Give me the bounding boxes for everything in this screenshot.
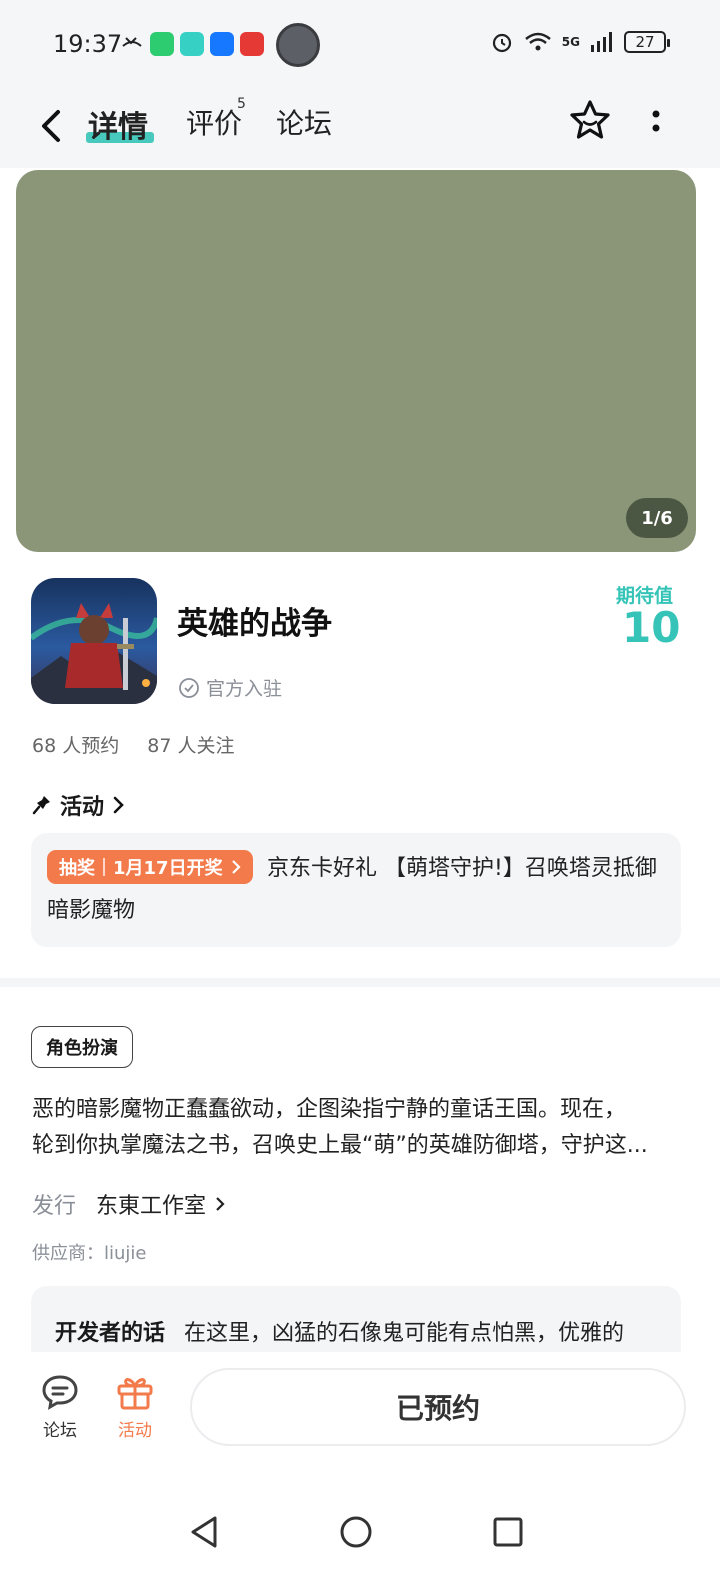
genre-tag[interactable]: 角色扮演 <box>31 1026 133 1068</box>
lottery-type: 抽奖 <box>59 858 95 879</box>
missed-call-icon <box>122 37 142 47</box>
heart-app-icon <box>240 32 264 56</box>
description-line-1: 恶的暗影魔物正蠢蠢欲动，企图染指宁静的童话王国。现在， <box>32 1097 627 1122</box>
game-stats: 68 人预约 87 人关注 <box>32 731 234 758</box>
forum-button[interactable]: 论坛 <box>30 1372 90 1441</box>
nav-back-icon[interactable] <box>185 1512 225 1552</box>
network-type: 5G <box>561 35 580 49</box>
hero-page-counter: 1/6 <box>626 498 688 538</box>
developer-notes-text: 在这里，凶猛的石像鬼可能有点怕黑，优雅的 <box>184 1321 625 1346</box>
activity-label: 活动 <box>118 1421 152 1441</box>
official-label: 官方入驻 <box>206 678 283 700</box>
section-divider <box>0 978 720 987</box>
developer-notes-title: 开发者的话 <box>55 1321 166 1346</box>
nav-recents-icon[interactable] <box>488 1512 528 1552</box>
activity-heading: 活动 <box>60 795 105 820</box>
bottom-action-bar: 论坛 活动 已预约 <box>0 1352 720 1462</box>
verified-check-icon <box>179 677 199 698</box>
notification-avatar <box>276 23 320 67</box>
nav-home-icon[interactable] <box>336 1512 376 1552</box>
battery-indicator: 27 <box>624 31 670 53</box>
status-time: 19:37 <box>53 30 123 58</box>
reserved-button[interactable]: 已预约 <box>190 1368 686 1446</box>
status-bar: 19:37 5G 27 <box>0 0 720 90</box>
chevron-right-icon <box>216 1197 225 1211</box>
tab-forum[interactable]: 论坛 <box>276 102 332 142</box>
publisher-row[interactable]: 发行 东東工作室 <box>32 1188 226 1220</box>
system-nav-bar <box>0 1462 720 1585</box>
hero-media[interactable]: 1/6 <box>16 170 696 552</box>
alarm-icon <box>492 33 511 53</box>
game-description[interactable]: 恶的暗影魔物正蠢蠢欲动，企图染指宁静的童话王国。现在， 轮到你执掌魔法之书，召唤… <box>32 1092 688 1164</box>
official-badge: 官方入驻 <box>178 674 282 701</box>
supplier-info: 供应商：liujie <box>32 1243 147 1264</box>
taptap-app-icon <box>180 32 204 56</box>
more-options-icon[interactable] <box>646 108 666 136</box>
favorite-star-icon[interactable] <box>568 98 612 142</box>
tab-details[interactable]: 详情 <box>88 102 148 146</box>
wifi-icon <box>524 32 551 51</box>
follower-count: 87 人关注 <box>147 735 235 757</box>
review-count-badge: 5 <box>237 96 246 112</box>
publisher-label: 发行 <box>32 1194 77 1219</box>
chevron-right-icon <box>231 860 241 874</box>
back-icon[interactable] <box>36 106 68 146</box>
tab-reviews[interactable]: 评价 <box>186 102 242 142</box>
lottery-tag: 抽奖 1月17日开奖 <box>47 850 253 884</box>
game-app-icon <box>31 578 157 704</box>
lottery-date: 1月17日开奖 <box>113 858 223 879</box>
game-title: 英雄的战争 <box>177 606 332 642</box>
status-right: 5G 27 <box>490 30 670 54</box>
iqiyi-app-icon <box>150 32 174 56</box>
activity-button[interactable]: 活动 <box>105 1372 165 1441</box>
gift-icon <box>117 1378 153 1410</box>
alipay-app-icon <box>210 32 234 56</box>
chevron-right-icon <box>113 796 124 814</box>
signal-icon <box>591 32 612 52</box>
forum-chat-icon <box>42 1375 78 1410</box>
publisher-name: 东東工作室 <box>96 1194 207 1219</box>
developer-notes-card[interactable]: 开发者的话 在这里，凶猛的石像鬼可能有点怕黑，优雅的 <box>31 1286 681 1352</box>
activity-section-header[interactable]: 活动 <box>32 789 126 821</box>
reservation-count: 68 人预约 <box>32 735 120 757</box>
expectation-value: 10 <box>622 603 681 652</box>
forum-label: 论坛 <box>43 1421 77 1441</box>
pin-icon <box>32 796 50 815</box>
activity-card[interactable]: 京东卡好礼 【萌塔守护!】召唤塔灵抵御暗影魔物 抽奖 1月17日开奖 <box>31 833 681 947</box>
description-line-2: 轮到你执掌魔法之书，召唤史上最“萌”的英雄防御塔，守护这... <box>32 1133 648 1158</box>
top-nav: 详情 评价 5 论坛 <box>0 90 720 168</box>
